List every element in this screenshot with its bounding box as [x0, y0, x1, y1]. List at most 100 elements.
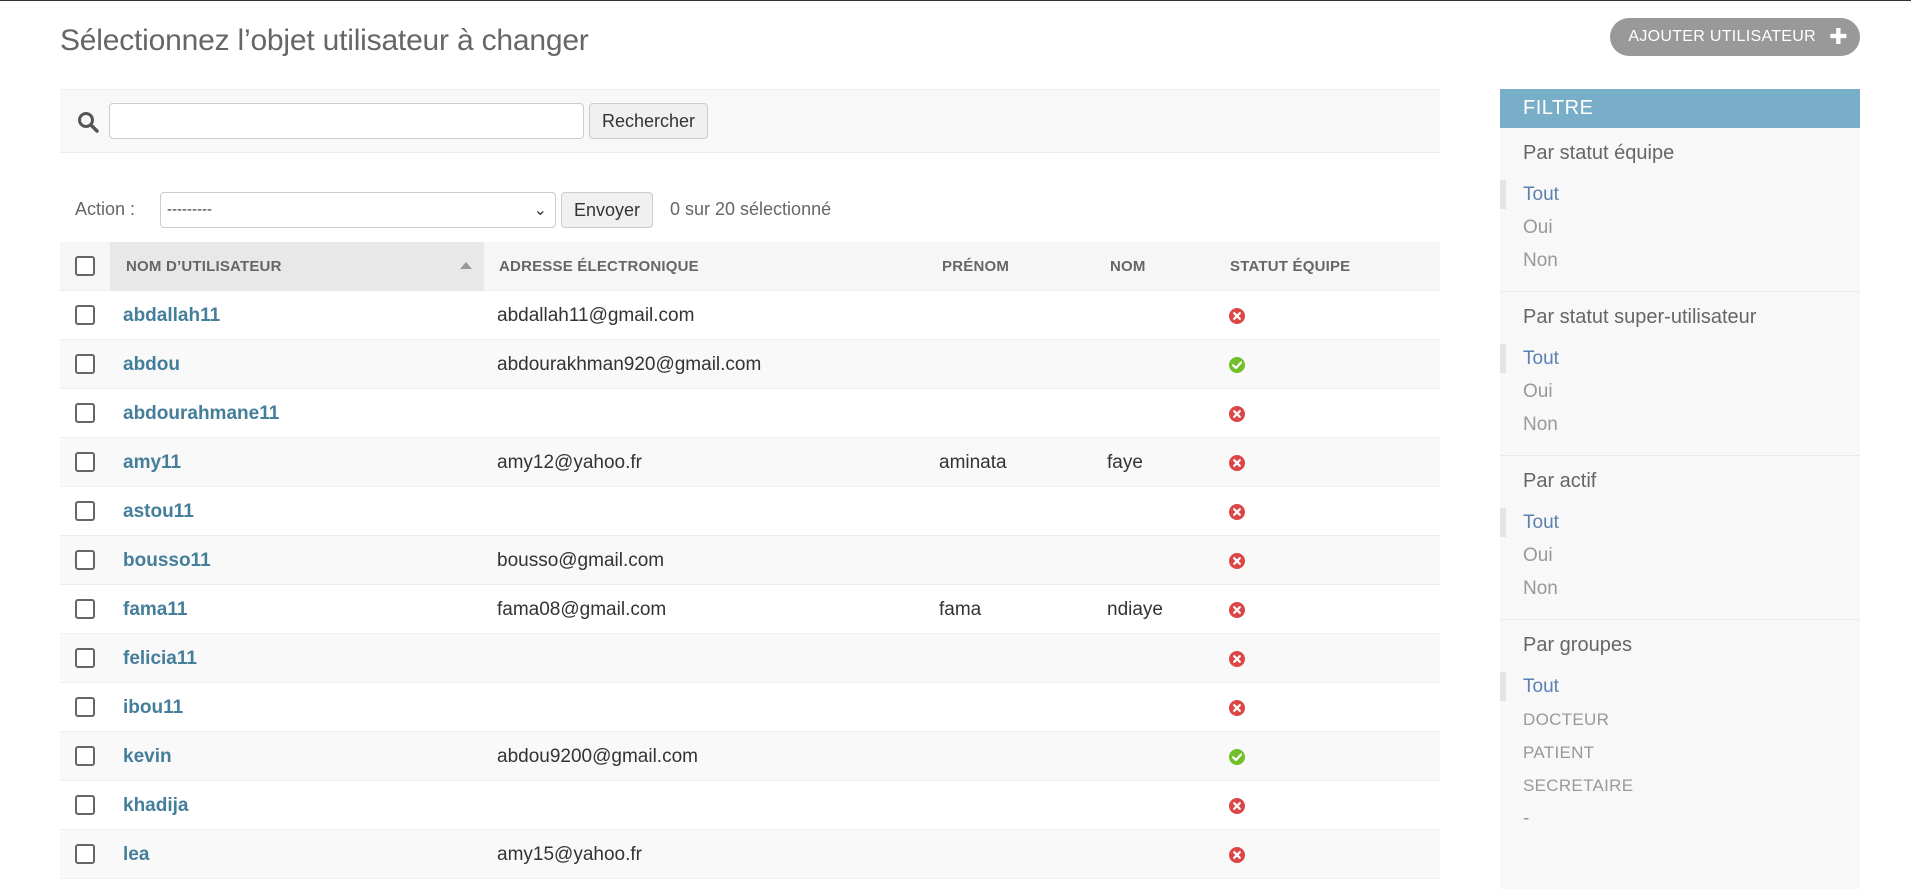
add-user-button-label: AJOUTER UTILISATEUR	[1628, 28, 1816, 45]
filter-option-tout[interactable]: Tout	[1500, 506, 1860, 539]
status-yes-icon	[1229, 749, 1245, 765]
add-user-button[interactable]: AJOUTER UTILISATEUR ✚	[1610, 18, 1860, 56]
last-name-cell: ndiaye	[1107, 599, 1163, 620]
select-all-checkbox[interactable]	[75, 256, 95, 276]
status-yes-icon	[1229, 357, 1245, 373]
filter-section: Par groupes Tout DOCTEUR PATIENT SECRETAIRE -	[1500, 620, 1860, 849]
search-button[interactable]: Rechercher	[589, 103, 709, 139]
filter-section: Par statut équipe Tout Oui Non	[1500, 128, 1860, 292]
filter-option-tout[interactable]: Tout	[1500, 342, 1860, 375]
action-label: Action :	[75, 199, 136, 219]
table-row: felicia11	[60, 634, 1440, 683]
first-name-cell: fama	[939, 599, 982, 620]
table-row: khadija	[60, 781, 1440, 830]
filter-option-secretaire[interactable]: SECRETAIRE	[1500, 769, 1860, 802]
row-checkbox[interactable]	[75, 550, 95, 570]
filter-option-oui[interactable]: Oui	[1500, 211, 1860, 244]
filter-option-patient[interactable]: PATIENT	[1500, 736, 1860, 769]
filter-option-docteur[interactable]: DOCTEUR	[1500, 703, 1860, 736]
status-no-icon	[1229, 602, 1245, 618]
username-link[interactable]: fama11	[123, 585, 187, 634]
username-link[interactable]: abdou	[123, 340, 180, 389]
row-checkbox[interactable]	[75, 452, 95, 472]
username-link[interactable]: amy11	[123, 438, 181, 487]
table-row: abdallah11 abdallah11@gmail.com	[60, 291, 1440, 340]
row-checkbox[interactable]	[75, 403, 95, 423]
sort-ascending-icon[interactable]	[460, 262, 472, 269]
filter-section: Par actif Tout Oui Non	[1500, 456, 1860, 620]
status-no-icon	[1229, 553, 1245, 569]
selection-counter: 0 sur 20 sélectionné	[670, 199, 832, 219]
email-cell: fama08@gmail.com	[497, 599, 667, 620]
plus-icon: ✚	[1829, 24, 1848, 49]
status-no-icon	[1229, 455, 1245, 471]
filter-option-oui[interactable]: Oui	[1500, 375, 1860, 408]
status-no-icon	[1229, 308, 1245, 324]
filter-option-oui[interactable]: Oui	[1500, 539, 1860, 572]
column-header-last-name[interactable]: NOM	[1110, 242, 1146, 291]
status-no-icon	[1229, 406, 1245, 422]
status-no-icon	[1229, 798, 1245, 814]
row-checkbox[interactable]	[75, 795, 95, 815]
filter-option-none[interactable]: -	[1500, 802, 1860, 835]
status-no-icon	[1229, 651, 1245, 667]
row-checkbox[interactable]	[75, 305, 95, 325]
search-icon	[78, 112, 99, 133]
username-link[interactable]: astou11	[123, 487, 194, 536]
page-title: Sélectionnez l’objet utilisateur à chang…	[60, 24, 589, 57]
username-link[interactable]: ibou11	[123, 683, 183, 732]
filter-section-title: Par actif	[1523, 470, 1597, 492]
row-checkbox[interactable]	[75, 354, 95, 374]
row-checkbox[interactable]	[75, 501, 95, 521]
page-header: Sélectionnez l’objet utilisateur à chang…	[60, 18, 1860, 66]
search-input[interactable]	[109, 103, 584, 139]
go-button[interactable]: Envoyer	[561, 192, 654, 228]
username-link[interactable]: abdallah11	[123, 291, 220, 340]
column-header-email[interactable]: ADRESSE ÉLECTRONIQUE	[499, 242, 699, 291]
status-no-icon	[1229, 700, 1245, 716]
table-row: amy11 amy12@yahoo.fr aminata faye	[60, 438, 1440, 487]
action-select[interactable]: --------- ⌄	[160, 192, 556, 228]
first-name-cell: aminata	[939, 452, 1007, 473]
row-checkbox[interactable]	[75, 648, 95, 668]
column-header-first-name[interactable]: PRÉNOM	[942, 242, 1009, 291]
email-cell: amy15@yahoo.fr	[497, 844, 642, 865]
username-link[interactable]: bousso11	[123, 536, 211, 585]
username-link[interactable]: khadija	[123, 781, 188, 830]
filter-sections: Par statut équipe Tout Oui Non Par statut su…	[1500, 128, 1860, 849]
filter-sidebar: FILTRE Par statut équipe Tout Oui Non Par st…	[1500, 89, 1860, 889]
filter-option-non[interactable]: Non	[1500, 408, 1860, 441]
filter-section-title: Par groupes	[1523, 634, 1632, 656]
row-checkbox[interactable]	[75, 746, 95, 766]
filter-option-non[interactable]: Non	[1500, 244, 1860, 277]
row-checkbox[interactable]	[75, 599, 95, 619]
email-cell: amy12@yahoo.fr	[497, 452, 642, 473]
table-row: ibou11	[60, 683, 1440, 732]
username-link[interactable]: kevin	[123, 732, 172, 781]
filter-section: Par statut super-utilisateur Tout Oui Non	[1500, 292, 1860, 456]
action-select-value: ---------	[167, 201, 212, 218]
filter-option-non[interactable]: Non	[1500, 572, 1860, 605]
table-row: astou11	[60, 487, 1440, 536]
row-checkbox[interactable]	[75, 844, 95, 864]
column-header-staff-status[interactable]: STATUT ÉQUIPE	[1230, 242, 1350, 291]
column-header-username[interactable]: NOM D’UTILISATEUR	[110, 242, 484, 291]
username-link[interactable]: lea	[123, 830, 149, 879]
table-header: NOM D’UTILISATEUR ADRESSE ÉLECTRONIQUE P…	[60, 242, 1440, 291]
table-body: abdallah11 abdallah11@gmail.com abdou abdou…	[60, 291, 1440, 879]
email-cell: bousso@gmail.com	[497, 550, 665, 571]
row-checkbox[interactable]	[75, 697, 95, 717]
filter-section-title: Par statut super-utilisateur	[1523, 306, 1757, 328]
email-cell: abdou9200@gmail.com	[497, 746, 698, 767]
status-no-icon	[1229, 847, 1245, 863]
status-no-icon	[1229, 504, 1245, 520]
filter-option-tout[interactable]: Tout	[1500, 178, 1860, 211]
results-table: NOM D’UTILISATEUR ADRESSE ÉLECTRONIQUE P…	[60, 242, 1440, 879]
actions-bar: Action : --------- ⌄ Envoyer 0 sur 20 sé…	[60, 190, 1440, 228]
last-name-cell: faye	[1107, 452, 1143, 473]
username-link[interactable]: abdourahmane11	[123, 389, 279, 438]
username-link[interactable]: felicia11	[123, 634, 197, 683]
filter-option-tout[interactable]: Tout	[1500, 670, 1860, 703]
email-cell: abdourakhman920@gmail.com	[497, 354, 762, 375]
filter-title: FILTRE	[1500, 89, 1860, 128]
